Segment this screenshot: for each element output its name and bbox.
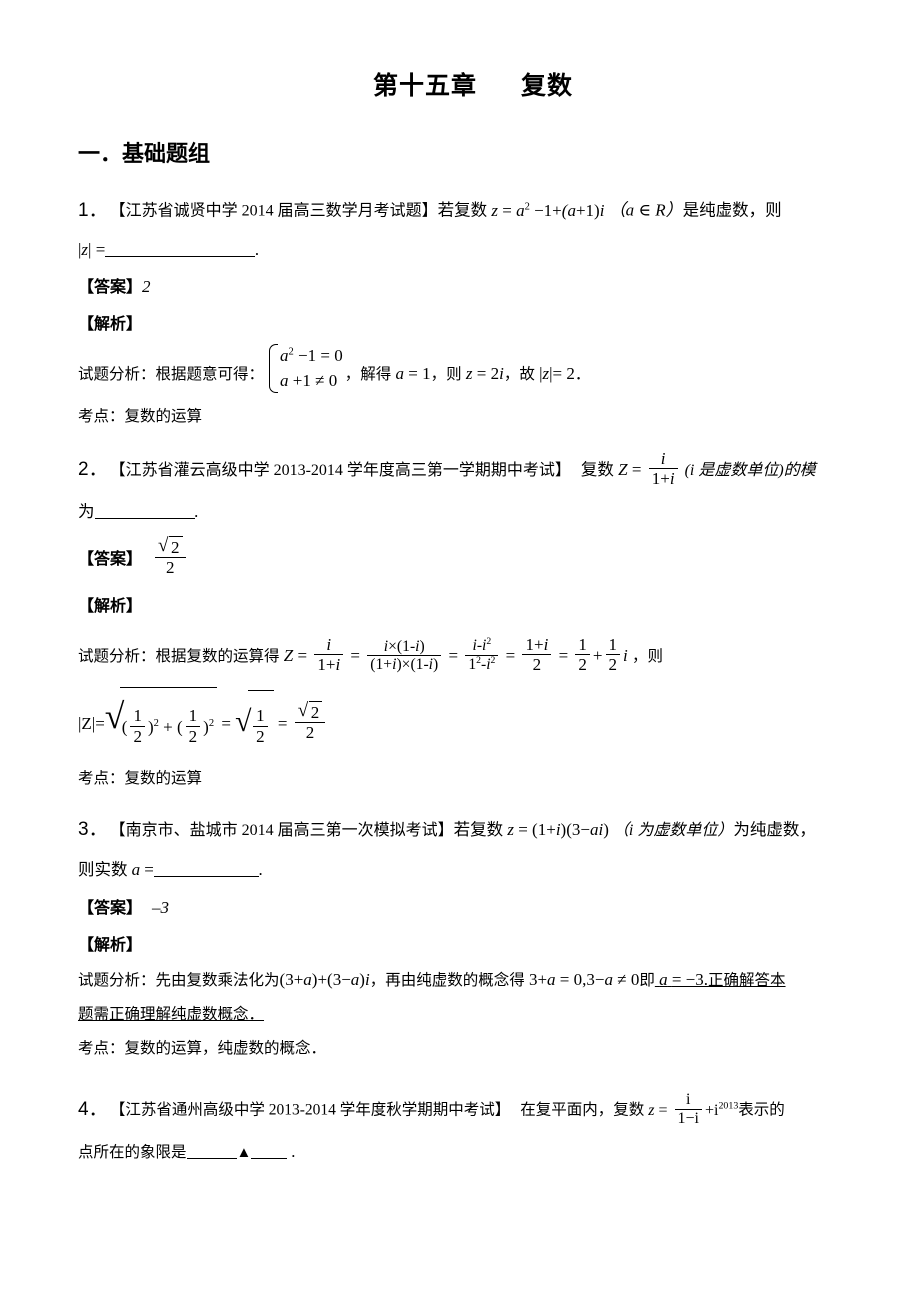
analysis-prefix: 试题分析： [78,365,156,383]
question-4: 4． 【江苏省通州高级中学 2013-2014 学年度秋学期期中考试】 在复平面内，… [78,1084,868,1171]
question-2-modulus-line: |Z|=(12)2 + (12)2 = 12 = 22 [78,681,868,763]
question-4-answer-blank-left[interactable] [186,1142,237,1159]
question-3-point-value: 复数的运算，纯虚数的概念． [124,1040,327,1058]
question-2-stem: 2． 【江苏省灌云高级中学 2013-2014 学年度高三第一学期期中考试】 复数 … [78,448,816,488]
question-3: 3． 【南京市、盐城市 2014 届高三第一次模拟考试】若复数 z = (1+i)… [78,810,868,1066]
analysis-label: 【解析】 [78,937,143,955]
question-4-stem-pre: 在复平面内，复数 [520,1101,645,1119]
analysis-label: 【解析】 [78,597,143,615]
question-1: 1． 【江苏省诚贤中学 2014 届高三数学月考试题】若复数 z = a2 −1+… [78,188,868,434]
question-3-analysis-d: 正确解答本 [708,972,786,990]
point-prefix: 考点： [78,407,125,425]
point-prefix: 考点： [78,770,125,788]
question-3-analysis-c: 即 [639,972,655,990]
question-1-answer-blank[interactable] [105,239,256,257]
triangle-marker: ▲ [236,1144,252,1161]
question-1-case-system: a2 −1 = 0a +1 ≠ 0 [266,343,343,394]
question-3-point: 考点：复数的运算，纯虚数的概念． [78,1032,868,1066]
question-1-analysis-row: 【解析】 [78,306,868,343]
answer-label: 【答案】 [78,278,143,296]
analysis-label: 【解析】 [78,315,143,333]
question-3-analysis-b: ，再由纯虚数的概念得 [369,972,525,990]
question-4-stem: 4． 【江苏省通州高级中学 2013-2014 学年度秋学期期中考试】 在复平面内，… [78,1091,785,1128]
question-3-answer-value: –3 [152,898,170,918]
question-3-analysis-a: 先由复数乘法化为 [155,972,280,990]
question-1-analysis-body: 试题分析：根据题意可得： a2 −1 = 0a +1 ≠ 0 ，解得 a = 1，则… [78,343,868,400]
question-3-analysis-line-1: 试题分析：先由复数乘法化为(3+a)+(3−a)i，再由纯虚数的概念得 3+a … [78,970,786,990]
question-2-answer-blank[interactable] [94,501,195,519]
question-3-number: 3． [78,819,108,841]
title-chapter: 第十五章 [372,72,477,100]
question-4-stem-post: 表示的 [738,1101,785,1119]
question-4-number: 4． [78,1098,108,1120]
question-2-point: 考点：复数的运算 [78,762,868,796]
question-2-stem-pre: 复数 [580,459,614,479]
question-3-stem-pre: 若复数 [453,820,504,840]
section-heading: 一．基础题组 [78,141,211,166]
question-2-point-value: 复数的运算 [124,770,203,788]
question-3-source: 【南京市、盐城市 2014 届高三第一次模拟考试】 [117,822,454,840]
question-1-answer-row: 【答案】2 [78,269,868,306]
question-2-blank-pre: 为 [78,501,95,521]
question-2-analysis-lead: 根据复数的运算得 [155,647,280,665]
analysis-prefix: 试题分析： [78,972,156,990]
question-1-point-value: 复数的运算 [124,407,203,425]
question-4-source: 【江苏省通州高级中学 2013-2014 学年度秋学期期中考试】 [117,1101,511,1119]
question-1-stem-post: 是纯虚数，则 [682,200,782,220]
question-1-number: 1． [78,199,108,221]
question-1-stem: 1． 【江苏省诚贤中学 2014 届高三数学月考试题】若复数 z = a2 −1+… [78,199,782,221]
document-content: 第十五章 复数 一．基础题组 1． 【江苏省诚贤中学 2014 届高三数学月考试题】… [78,66,868,1178]
question-4-blank-pre: 点所在的象限是 [78,1143,187,1161]
question-1-stem-pre: 若复数 [437,200,488,220]
analysis-prefix: 试题分析： [78,647,156,665]
question-3-analysis-row: 【解析】 [78,928,868,963]
question-2-blank-line: 为. [78,501,199,521]
answer-label: 【答案】 [78,550,143,568]
question-1-source: 【江苏省诚贤中学 2014 届高三数学月考试题】 [117,202,438,220]
point-prefix: 考点： [78,1040,125,1058]
answer-label: 【答案】 [78,900,143,918]
question-2-source: 【江苏省灌云高级中学 2013-2014 学年度高三第一学期期中考试】 [117,461,571,479]
question-4-blank-line: 点所在的象限是 ▲ . [78,1141,296,1161]
question-2-analysis-body: 试题分析：根据复数的运算得 Z = i 1+i = i×(1-i) (1+i)×(1… [78,634,664,674]
question-3-stem: 3． 【南京市、盐城市 2014 届高三第一次模拟考试】若复数 z = (1+i)… [78,819,816,841]
question-2-number: 2． [78,458,108,480]
question-2: 2． 【江苏省灌云高级中学 2013-2014 学年度高三第一学期期中考试】 复数 … [78,448,868,797]
question-3-stem-post: 为纯虚数， [733,820,816,840]
question-3-analysis-line-2: 题需正确理解纯虚数概念． [78,1006,265,1024]
question-3-answer-blank[interactable] [153,860,259,878]
question-1-answer-value: 2 [142,276,151,296]
document-page: 第十五章 复数 一．基础题组 1． 【江苏省诚贤中学 2014 届高三数学月考试题】… [0,0,920,1302]
question-2-analysis-row: 【解析】 [78,588,868,625]
question-3-blank-line: 则实数 a =. [78,860,264,880]
question-1-point: 考点：复数的运算 [78,400,868,434]
title-topic: 复数 [521,72,574,100]
question-2-answer-row: 【答案】22 [78,531,868,588]
question-4-answer-blank-right[interactable] [251,1142,288,1159]
question-1-analysis-lead: 根据题意可得： [155,365,265,383]
page-title: 第十五章 复数 [78,66,868,102]
question-1-blank-line: |z| =. [78,239,260,259]
question-3-answer-row: 【答案】 –3 [78,889,868,928]
